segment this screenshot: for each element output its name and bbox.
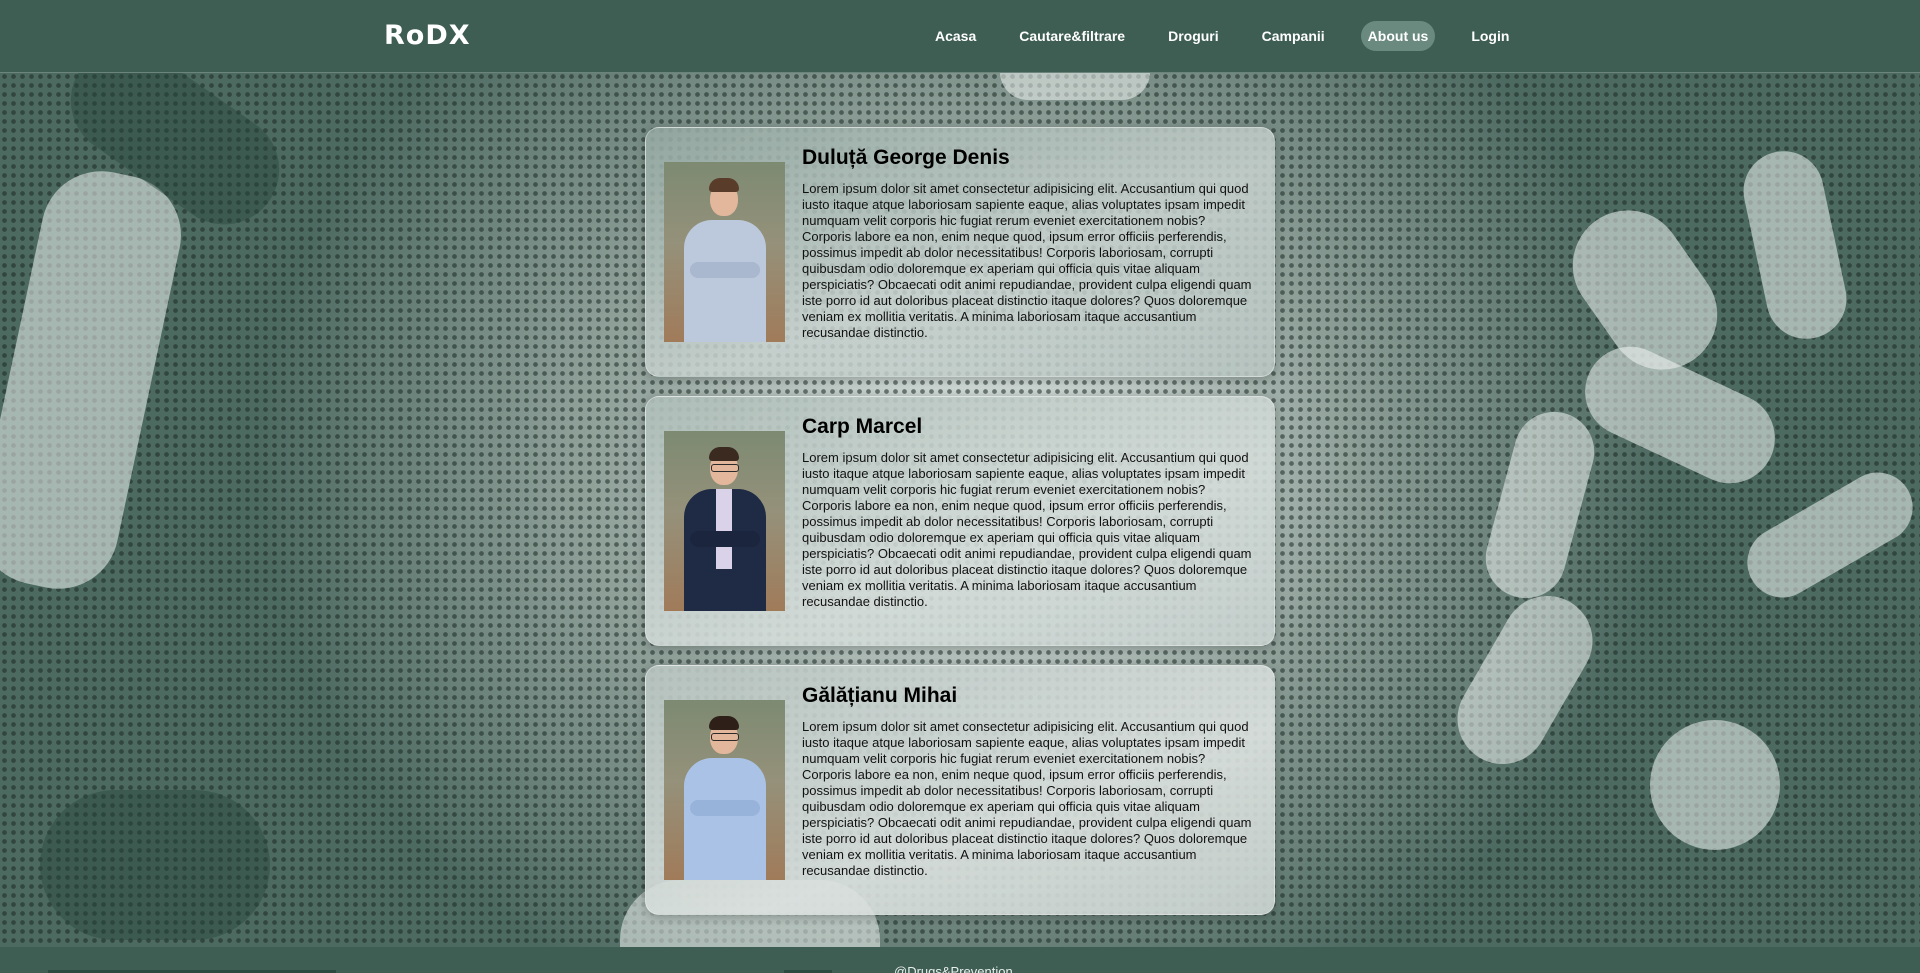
nav-item-cautare-filtrare[interactable]: Cautare&filtrare [1012, 21, 1132, 51]
nav-item-about-us[interactable]: About us [1360, 21, 1436, 51]
member-card: Duluță George Denis Lorem ipsum dolor si… [645, 127, 1275, 377]
team-members-list: Duluță George Denis Lorem ipsum dolor si… [645, 127, 1275, 934]
nav-item-acasa[interactable]: Acasa [928, 21, 983, 51]
nav-item-login[interactable]: Login [1464, 21, 1516, 51]
member-name: Gălățianu Mihai [802, 684, 958, 707]
site-logo[interactable]: RoDX [384, 20, 471, 51]
nav-item-droguri[interactable]: Droguri [1161, 21, 1226, 51]
member-card: Gălățianu Mihai Lorem ipsum dolor sit am… [645, 665, 1275, 915]
nav-item-campanii[interactable]: Campanii [1255, 21, 1332, 51]
member-bio: Lorem ipsum dolor sit amet consectetur a… [802, 719, 1252, 878]
footer: @Drugs&Prevention [0, 947, 1920, 973]
member-bio: Lorem ipsum dolor sit amet consectetur a… [802, 450, 1252, 609]
top-navbar: RoDX Acasa Cautare&filtrare Droguri Camp… [0, 0, 1920, 73]
pill-shape [40, 790, 270, 940]
member-bio: Lorem ipsum dolor sit amet consectetur a… [802, 181, 1252, 340]
member-card: Carp Marcel Lorem ipsum dolor sit amet c… [645, 396, 1275, 646]
main-nav: Acasa Cautare&filtrare Droguri Campanii … [928, 21, 1545, 51]
pill-shape [1650, 720, 1780, 850]
member-photo [664, 700, 785, 880]
member-photo [664, 162, 785, 342]
member-name: Duluță George Denis [802, 146, 1010, 169]
footer-copyright: @Drugs&Prevention [894, 964, 1013, 973]
member-name: Carp Marcel [802, 415, 923, 438]
pill-shape [1000, 72, 1150, 100]
member-photo [664, 431, 785, 611]
